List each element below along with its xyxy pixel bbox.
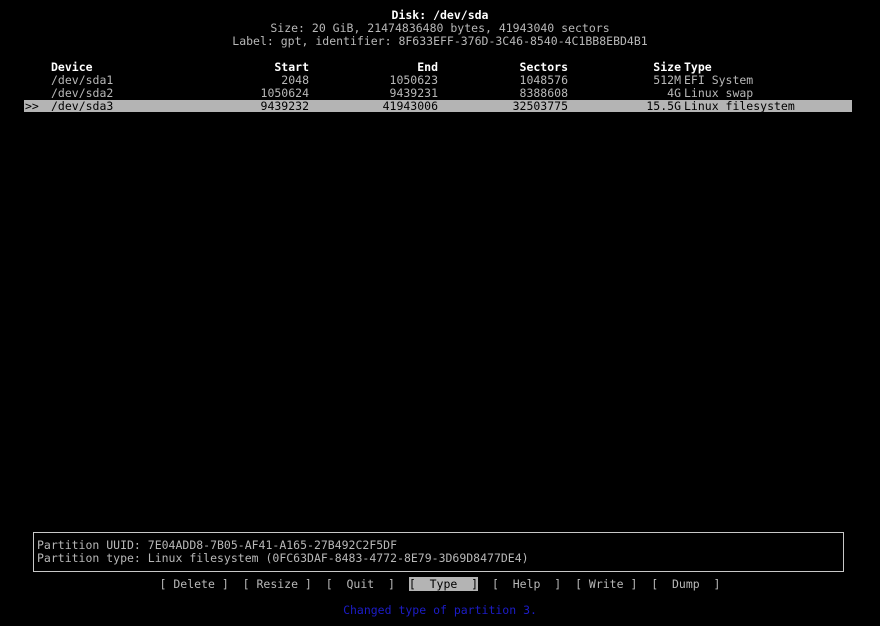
resize-button[interactable]: [ Resize ] <box>243 577 312 591</box>
help-button[interactable]: [ Help ] <box>492 577 561 591</box>
disk-label: Label: gpt, identifier: 8F633EFF-376D-3C… <box>232 34 648 48</box>
start: 9439232 <box>260 99 309 113</box>
status-message: Changed type of partition 3. <box>343 603 537 617</box>
table-row-selected[interactable]: >> /dev/sda3 9439232 41943006 32503775 1… <box>24 99 852 113</box>
device: /dev/sda3 <box>51 99 114 113</box>
quit-button[interactable]: [ Quit ] <box>326 577 395 591</box>
partition-type: Partition type: Linux filesystem (0FC63D… <box>37 551 529 565</box>
sectors: 32503775 <box>512 99 568 113</box>
dump-button[interactable]: [ Dump ] <box>651 577 720 591</box>
type: Linux filesystem <box>684 99 795 113</box>
cursor-marker: >> <box>25 99 39 113</box>
action-menu: [ Delete ] [ Resize ] [ Quit ] [ Type ] … <box>0 577 880 591</box>
delete-button[interactable]: [ Delete ] <box>160 577 229 591</box>
size: 15.5G <box>646 99 681 113</box>
write-button[interactable]: [ Write ] <box>575 577 637 591</box>
end: 41943006 <box>382 99 438 113</box>
partition-info-box: Partition UUID: 7E04ADD8-7B05-AF41-A165-… <box>33 532 844 572</box>
type-button[interactable]: [ Type ] <box>408 577 479 591</box>
